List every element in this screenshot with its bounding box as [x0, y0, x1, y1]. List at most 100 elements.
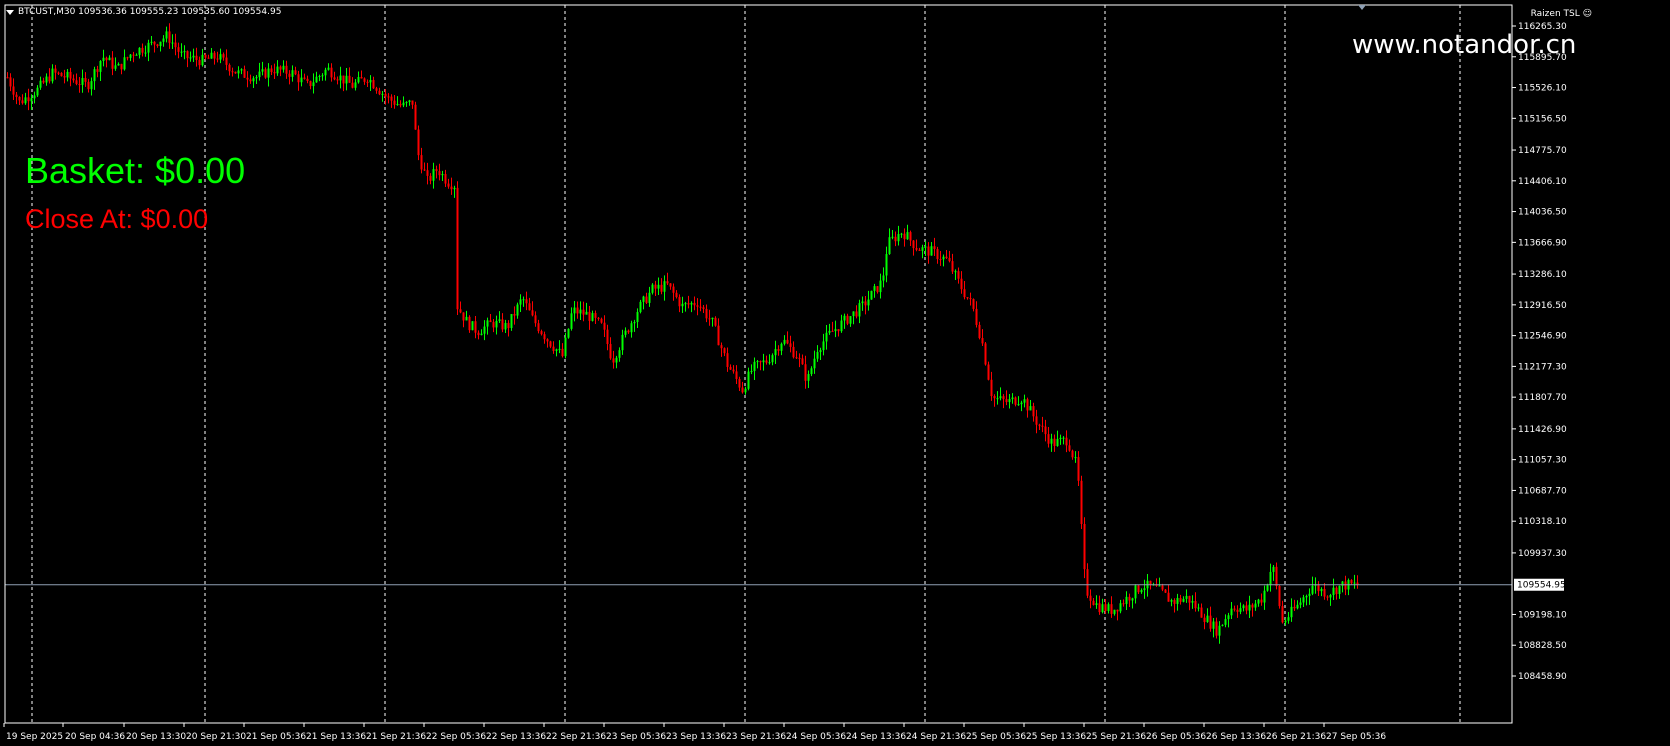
candle-body: [189, 57, 192, 59]
candle-body: [237, 70, 240, 74]
candle-body: [1053, 438, 1056, 446]
candle-body: [642, 296, 645, 302]
candle-body: [816, 352, 819, 359]
candle-body: [174, 42, 177, 48]
candle-body: [894, 236, 897, 242]
candle-body: [138, 47, 141, 55]
candle-body: [1044, 426, 1047, 435]
candle-body: [621, 334, 624, 351]
candle-body: [1200, 607, 1203, 618]
candle-body: [774, 349, 777, 356]
candle-body: [552, 346, 555, 351]
candle-body: [63, 76, 66, 78]
candle-body: [783, 339, 786, 344]
candle-body: [1251, 604, 1254, 608]
candle-body: [1305, 596, 1308, 598]
candle-body: [657, 284, 660, 289]
candle-body: [672, 286, 675, 293]
candle-body: [159, 41, 162, 47]
candle-body: [234, 71, 237, 74]
candle-body: [1353, 582, 1356, 584]
time-label: 26 Sep 21:36: [1266, 732, 1326, 742]
candle-body: [585, 311, 588, 315]
candle-body: [981, 338, 984, 344]
candle-body: [1110, 604, 1113, 614]
candle-body: [789, 343, 792, 347]
price-label: 111057.30: [1518, 456, 1567, 466]
candle-body: [150, 41, 153, 43]
candle-body: [1164, 589, 1167, 593]
candle-body: [564, 337, 567, 357]
candle-body: [549, 341, 552, 347]
candle-body: [309, 81, 312, 87]
candle-body: [798, 357, 801, 359]
candle-body: [222, 54, 225, 58]
candle-body: [99, 60, 102, 72]
candle-body: [375, 88, 378, 91]
candle-body: [246, 77, 249, 80]
candle-body: [681, 303, 684, 307]
candle-body: [357, 76, 360, 83]
time-label: 24 Sep 21:36: [906, 732, 966, 742]
candle-body: [1296, 604, 1299, 609]
price-chart[interactable]: 116265.30115895.70115526.10115156.501147…: [0, 0, 1670, 746]
current-price-label: 109554.95: [1517, 581, 1566, 591]
candle-body: [693, 302, 696, 306]
chart-window[interactable]: 116265.30 115895.70 115526.10 115156.50 1147…: [0, 0, 1670, 746]
price-label: 112916.50: [1518, 301, 1567, 311]
price-label: 114406.10: [1518, 177, 1567, 187]
candle-body: [153, 41, 156, 45]
candle-body: [936, 249, 939, 260]
candle-body: [651, 284, 654, 293]
candle-body: [525, 299, 528, 304]
candle-body: [579, 309, 582, 314]
candle-body: [1218, 625, 1221, 636]
candle-body: [609, 344, 612, 359]
candle-body: [1326, 596, 1329, 598]
candle-body: [792, 346, 795, 358]
candle-body: [714, 317, 717, 326]
candle-body: [255, 77, 258, 79]
candle-body: [1293, 606, 1296, 609]
candle-body: [561, 348, 564, 357]
candle-body: [1179, 598, 1182, 602]
candle-body: [1080, 480, 1083, 524]
candle-body: [1005, 399, 1008, 403]
candle-body: [1035, 416, 1038, 425]
candle-body: [171, 42, 174, 44]
candle-body: [1125, 596, 1128, 604]
indicator-label[interactable]: Raizen TSL ☺: [1531, 9, 1592, 19]
candle-body: [1041, 425, 1044, 427]
candle-body: [1017, 404, 1020, 406]
candle-body: [102, 57, 105, 61]
time-label: 27 Sep 05:36: [1326, 732, 1386, 742]
price-label: 114775.70: [1518, 146, 1567, 156]
candle-body: [567, 328, 570, 338]
candle-body: [1302, 597, 1305, 603]
candle-body: [636, 312, 639, 322]
candle-body: [606, 329, 609, 345]
candle-body: [135, 54, 138, 56]
candle-body: [210, 52, 213, 59]
candle-body: [906, 232, 909, 240]
candle-body: [60, 72, 63, 77]
price-label: 113286.10: [1518, 270, 1567, 280]
candle-body: [288, 73, 291, 77]
candle-body: [1263, 590, 1266, 603]
candle-body: [117, 63, 120, 66]
candle-body: [363, 78, 366, 82]
candle-body: [951, 261, 954, 272]
candle-body: [924, 246, 927, 248]
dropdown-arrow-icon[interactable]: [6, 9, 14, 15]
candle-body: [1107, 604, 1110, 611]
candle-body: [843, 315, 846, 321]
candle-body: [1260, 599, 1263, 603]
candle-body: [861, 301, 864, 304]
time-label: 21 Sep 13:36: [306, 732, 366, 742]
candle-body: [882, 275, 885, 281]
candle-body: [801, 358, 804, 365]
candle-body: [1092, 600, 1095, 605]
candle-body: [540, 331, 543, 335]
symbol-info: BTCUST,M30 109536.36 109555.23 109535.60…: [18, 7, 282, 17]
price-label: 112177.30: [1518, 362, 1567, 372]
